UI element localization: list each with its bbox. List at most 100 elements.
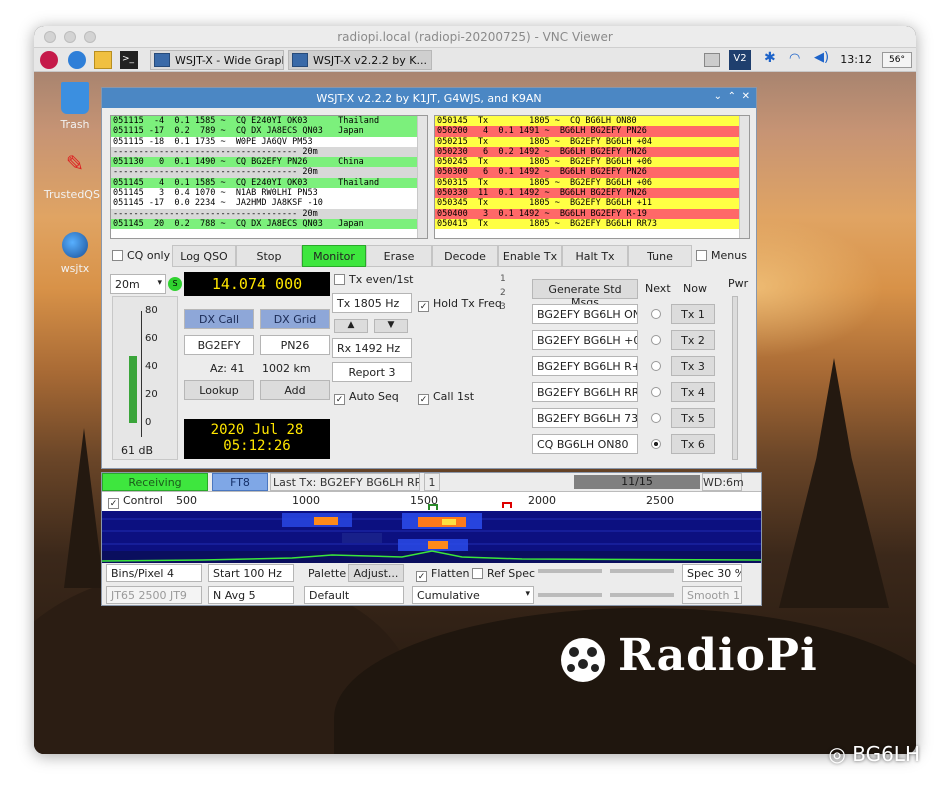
decode-line[interactable]: 050145 Tx 1805 ~ CQ BG6LH ON80: [435, 116, 749, 127]
report-spinner[interactable]: Report 3: [332, 362, 412, 382]
decode-line[interactable]: [111, 229, 427, 238]
tx-now-button[interactable]: Tx 5: [671, 408, 715, 428]
next-radio[interactable]: [651, 387, 661, 397]
decode-line[interactable]: 051115 -18 0.1 1735 ~ W0PE JA6QV PM53: [111, 136, 427, 147]
tx-message-field[interactable]: BG2EFY BG6LH +03: [532, 330, 638, 350]
decode-line[interactable]: 051145 3 0.4 1070 ~ N1AB RW0LHI PN53: [111, 188, 427, 199]
n-avg-spinner[interactable]: N Avg 5: [208, 586, 294, 604]
decode-line[interactable]: 050415 Tx 1805 ~ BG2EFY BG6LH RR73: [435, 218, 749, 230]
spec-gain-slider[interactable]: [538, 593, 602, 597]
decode-line[interactable]: 051145 20 0.2 788 ~ CQ DX JA8ECS QN03 Ja…: [111, 218, 427, 230]
zero-slider[interactable]: [610, 569, 674, 573]
task-wsjtx-main[interactable]: WSJT-X v2.2.2 by K...: [288, 50, 432, 70]
spec-zero-slider[interactable]: [610, 593, 674, 597]
decode-line[interactable]: 050315 Tx 1805 ~ BG2EFY BG6LH +06: [435, 177, 749, 189]
message-tabs[interactable]: 1 2 3: [500, 272, 522, 318]
bins-per-pixel-spinner[interactable]: Bins/Pixel 4: [106, 564, 202, 582]
tune-button[interactable]: Tune: [628, 245, 692, 267]
arrow-up-button[interactable]: ▲: [334, 319, 368, 333]
tx-message-field[interactable]: BG2EFY BG6LH R+03: [532, 356, 638, 376]
spec-spinner[interactable]: Spec 30 %: [682, 564, 742, 582]
raspberry-menu-icon[interactable]: [40, 51, 58, 69]
band-scrollbar[interactable]: [417, 116, 427, 238]
adjust-button[interactable]: Adjust...: [348, 564, 404, 582]
decode-line[interactable]: 051115 -17 0.2 789 ~ CQ DX JA8ECS QN03 J…: [111, 126, 427, 137]
tab-3[interactable]: 3: [500, 300, 522, 314]
decode-line[interactable]: 051115 -4 0.1 1585 ~ CQ E240YI OK03 Thai…: [111, 116, 427, 127]
decode-line[interactable]: 051145 4 0.1 1585 ~ CQ E240YI OK03 Thail…: [111, 177, 427, 189]
control-checkbox[interactable]: ✓ Control: [108, 494, 163, 509]
decode-line[interactable]: 051130 0 0.1 1490 ~ CQ BG2EFY PN26 China: [111, 157, 427, 168]
lookup-button[interactable]: Lookup: [184, 380, 254, 400]
tx-message-field[interactable]: CQ BG6LH ON80: [532, 434, 638, 454]
decode-line[interactable]: 050300 6 0.1 1492 ~ BG6LH BG2EFY PN26: [435, 167, 749, 178]
add-button[interactable]: Add: [260, 380, 330, 400]
terminal-icon[interactable]: >_: [120, 51, 138, 69]
decode-line[interactable]: 050215 Tx 1805 ~ BG2EFY BG6LH +04: [435, 136, 749, 147]
decode-line[interactable]: ------------------------------------ 20m: [111, 146, 427, 158]
decode-line[interactable]: 050400 3 0.1 1492 ~ BG6LH BG2EFY R-19: [435, 208, 749, 219]
tab-2[interactable]: 2: [500, 286, 522, 300]
task-widegraph[interactable]: WSJT-X - Wide Graph: [150, 50, 284, 70]
log-qso-button[interactable]: Log QSO: [172, 245, 236, 267]
erase-button[interactable]: Erase: [366, 245, 432, 267]
auto-seq-checkbox[interactable]: ✓ Auto Seq: [334, 390, 399, 405]
stop-button[interactable]: Stop: [236, 245, 302, 267]
call-1st-checkbox[interactable]: ✓ Call 1st: [418, 390, 474, 405]
next-radio[interactable]: [651, 309, 661, 319]
chevron-down-icon[interactable]: ⌄: [714, 91, 722, 102]
decode-line[interactable]: ------------------------------------ 20m: [111, 167, 427, 178]
gain-slider[interactable]: [538, 569, 602, 573]
pwr-slider[interactable]: [732, 296, 738, 460]
tx-now-button[interactable]: Tx 2: [671, 330, 715, 350]
tx-message-field[interactable]: BG2EFY BG6LH 73: [532, 408, 638, 428]
ref-spec-checkbox[interactable]: Ref Spec: [472, 567, 535, 580]
decode-line[interactable]: 050200 4 0.1 1491 ~ BG6LH BG2EFY PN26: [435, 126, 749, 137]
cq-only-checkbox[interactable]: CQ only: [112, 249, 170, 262]
decode-line[interactable]: 050330 11 0.1 1492 ~ BG6LH BG2EFY PN26: [435, 188, 749, 199]
wsjtx-desktop-icon[interactable]: wsjtx: [40, 232, 110, 275]
folder-icon[interactable]: [94, 51, 112, 69]
trustedqsl-desktop-icon[interactable]: ✎ TrustedQSL: [40, 152, 110, 201]
close-icon[interactable]: ✕: [742, 91, 750, 102]
palette-select[interactable]: Default: [304, 586, 404, 604]
start-freq-spinner[interactable]: Start 100 Hz: [208, 564, 294, 582]
rx-frequency-pane[interactable]: 050145 Tx 1805 ~ CQ BG6LH ON80 050200 4 0…: [434, 115, 750, 239]
menus-checkbox[interactable]: Menus: [696, 249, 747, 262]
vnc-server-icon[interactable]: V2: [729, 50, 751, 70]
flatten-checkbox[interactable]: ✓ Flatten: [416, 567, 470, 582]
arrow-down-button[interactable]: ▼: [374, 319, 408, 333]
tx-now-button[interactable]: Tx 3: [671, 356, 715, 376]
band-select[interactable]: 20m ▾: [110, 274, 166, 294]
generate-std-msgs-button[interactable]: Generate Std Msgs: [532, 279, 638, 309]
hold-tx-freq-checkbox[interactable]: ✓ Hold Tx Freq: [418, 297, 502, 312]
next-radio[interactable]: [651, 439, 661, 449]
next-radio[interactable]: [651, 335, 661, 345]
decode-line[interactable]: 050345 Tx 1805 ~ BG2EFY BG6LH +11: [435, 198, 749, 209]
rx-scrollbar[interactable]: [739, 116, 749, 238]
decode-button[interactable]: Decode: [432, 245, 498, 267]
tx-message-field[interactable]: BG2EFY BG6LH ON80: [532, 304, 638, 324]
next-radio[interactable]: [651, 413, 661, 423]
browser-icon[interactable]: [68, 51, 86, 69]
tx-now-button[interactable]: Tx 4: [671, 382, 715, 402]
keyboard-icon[interactable]: [704, 53, 720, 67]
tx-freq-spinner[interactable]: Tx 1805 Hz: [332, 293, 412, 313]
tx-message-field[interactable]: BG2EFY BG6LH RR73: [532, 382, 638, 402]
tx-now-button[interactable]: Tx 6: [671, 434, 715, 454]
tx-now-button[interactable]: Tx 1: [671, 304, 715, 324]
rx-freq-spinner[interactable]: Rx 1492 Hz: [332, 338, 412, 358]
decode-line[interactable]: ------------------------------------ 20m: [111, 208, 427, 219]
tx-even-checkbox[interactable]: Tx even/1st: [334, 273, 414, 286]
volume-icon[interactable]: ◀): [814, 50, 832, 68]
trash-desktop-icon[interactable]: Trash: [40, 82, 110, 131]
wifi-icon[interactable]: ◠: [789, 51, 807, 69]
decode-line[interactable]: 050230 6 0.2 1492 ~ BG6LH BG2EFY PN26: [435, 146, 749, 158]
dx-call-input[interactable]: BG2EFY: [184, 335, 254, 355]
halt-tx-button[interactable]: Halt Tx: [562, 245, 628, 267]
chevron-up-icon[interactable]: ⌃: [728, 91, 736, 102]
decode-line[interactable]: 050245 Tx 1805 ~ BG2EFY BG6LH +06: [435, 157, 749, 168]
spectrum-select[interactable]: Cumulative ▾: [412, 586, 534, 604]
waterfall[interactable]: [102, 511, 761, 563]
dx-grid-input[interactable]: PN26: [260, 335, 330, 355]
